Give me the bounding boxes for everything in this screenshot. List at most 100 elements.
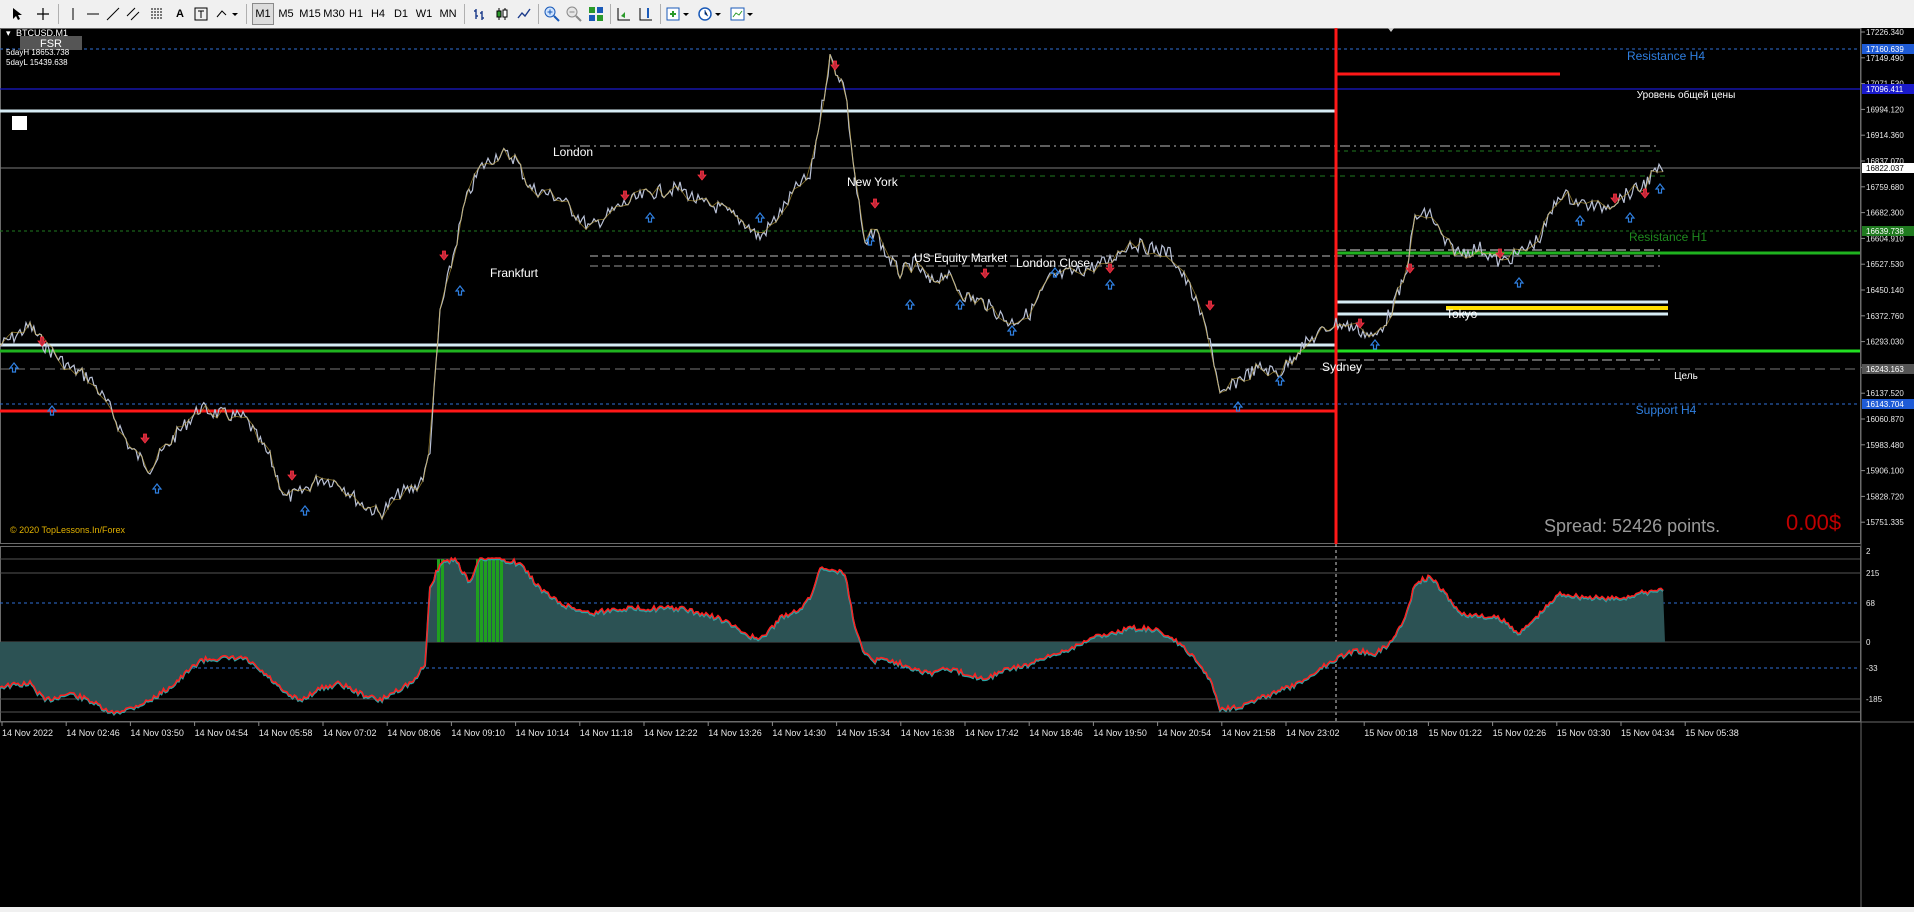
time-axis: 14 Nov 2022 14 Nov 02:46 14 Nov 03:50 14 No… <box>1 722 1739 738</box>
timeframe-w1[interactable]: W1 <box>414 3 434 25</box>
time-axis-tick: 15 Nov 00:18 <box>1364 728 1418 738</box>
session-frankfurt: Frankfurt <box>490 266 539 280</box>
sell-arrow <box>1105 263 1115 274</box>
price-markers: 17160.639 17096.411 16822.037 16639.738 1624… <box>1862 44 1914 409</box>
chart-shift-icon[interactable] <box>636 3 656 25</box>
periods-dropdown-icon[interactable] <box>696 3 724 25</box>
spread-label: Spread: 52426 points. <box>1544 516 1720 536</box>
timeframe-m5[interactable]: M5 <box>276 3 296 25</box>
overbought-bar <box>441 559 444 642</box>
buy-arrow <box>1104 279 1116 290</box>
buy-arrow <box>454 285 466 296</box>
candlestick-icon[interactable] <box>492 3 512 25</box>
buy-arrow <box>1369 339 1381 350</box>
bar-chart-icon[interactable] <box>470 3 490 25</box>
main-panel-frame <box>0 28 1861 544</box>
zoom-in-icon[interactable] <box>542 3 562 25</box>
time-axis-tick: 14 Nov 18:46 <box>1029 728 1083 738</box>
timeframe-d1[interactable]: D1 <box>391 3 411 25</box>
time-axis-tick: 15 Nov 04:34 <box>1621 728 1675 738</box>
session-sydney: Sydney <box>1322 360 1362 374</box>
overbought-bar <box>496 559 499 642</box>
timeframe-h4[interactable]: H4 <box>368 3 388 25</box>
time-axis-tick: 14 Nov 05:58 <box>259 728 313 738</box>
timeframe-m1[interactable]: M1 <box>252 3 274 25</box>
buy-arrow <box>151 483 163 494</box>
price-axis: 17226.34017149.49017071.53016994.1201691… <box>1861 28 1904 527</box>
timeframe-m30[interactable]: M30 <box>322 3 346 25</box>
text-tool-icon[interactable]: A <box>172 3 188 25</box>
chart-window[interactable]: ▾ BTCUSD,M1 FSR 5dayH 18653.738 5dayL 15… <box>0 28 1914 907</box>
time-axis-tick: 14 Nov 08:06 <box>387 728 441 738</box>
overbought-bar <box>484 559 487 642</box>
timeframe-h1[interactable]: H1 <box>346 3 366 25</box>
time-axis-tick: 14 Nov 17:42 <box>965 728 1019 738</box>
buy-arrow <box>8 362 20 373</box>
fibonacci-icon[interactable] <box>146 3 168 25</box>
price-chart[interactable]: ▾ BTCUSD,M1 FSR 5dayH 18653.738 5dayL 15… <box>0 28 1914 907</box>
trendline-icon[interactable] <box>104 3 122 25</box>
range-boxes <box>0 28 1860 544</box>
zoom-out-icon[interactable] <box>564 3 584 25</box>
indicators-dropdown-icon[interactable] <box>664 3 692 25</box>
crosshair-icon[interactable] <box>32 3 54 25</box>
buy-arrow <box>904 299 916 310</box>
text-label-icon[interactable] <box>192 3 210 25</box>
price-marker-label: 16639.738 <box>1866 227 1904 236</box>
line-chart-icon[interactable] <box>514 3 534 25</box>
tile-windows-icon[interactable] <box>586 3 606 25</box>
price-axis-tick: 16137.520 <box>1866 389 1904 398</box>
time-axis-tick: 14 Nov 15:34 <box>837 728 891 738</box>
overbought-bar <box>476 559 479 642</box>
oscillator-panel <box>0 556 1860 716</box>
price-line <box>0 53 1664 521</box>
channel-icon[interactable] <box>124 3 142 25</box>
price-axis-tick: 16759.680 <box>1866 183 1904 192</box>
buy-arrow <box>644 212 656 223</box>
overbought-bar <box>500 559 503 642</box>
timeframe-m15[interactable]: M15 <box>298 3 322 25</box>
label-target: Цель <box>1674 371 1698 382</box>
time-axis-tick: 14 Nov 07:02 <box>323 728 377 738</box>
session-london: London <box>553 145 593 159</box>
sell-arrow <box>870 198 880 209</box>
price-marker-label: 16243.163 <box>1866 365 1904 374</box>
time-axis-tick: 14 Nov 19:50 <box>1093 728 1147 738</box>
oscillator-axis-tick: -33 <box>1866 664 1878 673</box>
templates-dropdown-icon[interactable] <box>728 3 756 25</box>
vertical-line-icon[interactable] <box>64 3 82 25</box>
session-us-equity: US Equity Market <box>914 251 1008 265</box>
price-marker-label: 16143.704 <box>1866 400 1904 409</box>
buy-arrow <box>954 299 966 310</box>
sell-arrow <box>620 190 630 201</box>
buy-arrow <box>1624 212 1636 223</box>
cursor-icon[interactable] <box>6 3 28 25</box>
sell-arrow <box>1205 300 1215 311</box>
overbought-bar <box>480 559 483 642</box>
time-axis-tick: 14 Nov 14:30 <box>772 728 826 738</box>
price-marker-label: 17160.639 <box>1866 45 1904 54</box>
buy-arrow <box>1574 215 1586 226</box>
price-axis-tick: 16682.300 <box>1866 209 1904 218</box>
sell-arrow <box>287 470 297 481</box>
sell-arrow <box>140 433 150 444</box>
profit-label: 0.00$ <box>1786 510 1841 535</box>
signal-arrows <box>8 60 1666 516</box>
autoscroll-icon[interactable] <box>614 3 634 25</box>
overbought-bar <box>492 559 495 642</box>
timeframe-mn[interactable]: MN <box>437 3 459 25</box>
arrows-dropdown-icon[interactable] <box>214 3 240 25</box>
price-axis-tick: 15983.480 <box>1866 441 1904 450</box>
panel-toggle-box[interactable] <box>12 116 27 130</box>
dropdown-triangle: ▾ <box>6 28 11 38</box>
time-axis-tick: 14 Nov 16:38 <box>901 728 955 738</box>
time-axis-tick: 14 Nov 21:58 <box>1222 728 1276 738</box>
shift-marker[interactable] <box>1388 28 1394 32</box>
horizontal-line-icon[interactable] <box>84 3 102 25</box>
time-axis-tick: 15 Nov 05:38 <box>1685 728 1739 738</box>
price-axis-tick: 16994.120 <box>1866 105 1904 114</box>
price-marker-label: 17096.411 <box>1866 85 1904 94</box>
oscillator-axis-tick: -185 <box>1866 695 1883 704</box>
price-axis-tick: 15751.335 <box>1866 518 1904 527</box>
time-axis-tick: 14 Nov 13:26 <box>708 728 762 738</box>
